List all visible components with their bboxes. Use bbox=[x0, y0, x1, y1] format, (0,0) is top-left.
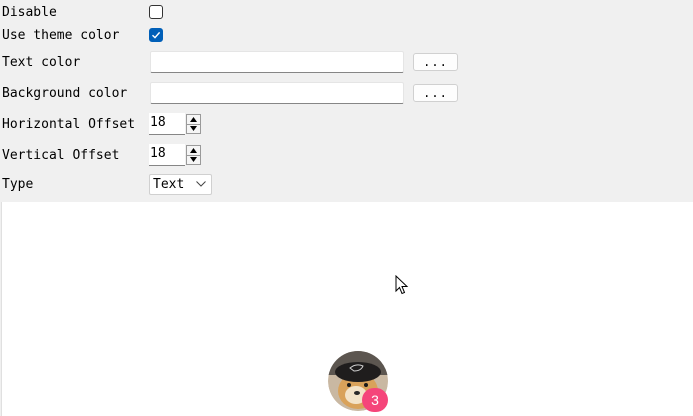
chevron-down-icon bbox=[196, 181, 206, 187]
decrement-button[interactable] bbox=[187, 124, 200, 133]
horizontal-offset-label: Horizontal Offset bbox=[2, 117, 136, 132]
horizontal-offset-value[interactable]: 18 bbox=[149, 113, 185, 135]
horizontal-offset-arrows bbox=[186, 114, 201, 134]
disable-checkbox[interactable] bbox=[149, 5, 163, 19]
text-color-label: Text color bbox=[2, 55, 81, 70]
vertical-offset-value[interactable]: 18 bbox=[149, 144, 185, 166]
arrow-down-icon bbox=[190, 126, 197, 131]
arrow-up-icon bbox=[190, 148, 197, 153]
background-color-label: Background color bbox=[2, 86, 128, 101]
vertical-offset-arrows bbox=[186, 145, 201, 165]
background-color-browse-button[interactable]: ... bbox=[413, 84, 458, 102]
vertical-offset-label: Vertical Offset bbox=[2, 148, 120, 163]
type-label: Type bbox=[2, 177, 34, 192]
check-icon bbox=[152, 31, 161, 39]
type-select[interactable]: Text bbox=[149, 174, 212, 195]
decrement-button[interactable] bbox=[187, 155, 200, 164]
use-theme-color-checkbox[interactable] bbox=[149, 28, 163, 42]
disable-label: Disable bbox=[2, 5, 57, 20]
type-selected-value: Text bbox=[153, 177, 185, 192]
background-color-input[interactable] bbox=[150, 82, 404, 104]
arrow-down-icon bbox=[190, 157, 197, 162]
arrow-up-icon bbox=[190, 117, 197, 122]
use-theme-color-label: Use theme color bbox=[2, 28, 120, 43]
count-badge: 3 bbox=[362, 388, 388, 412]
text-color-input[interactable] bbox=[150, 51, 404, 73]
horizontal-offset-stepper[interactable]: 18 bbox=[149, 113, 202, 135]
text-color-browse-button[interactable]: ... bbox=[413, 53, 458, 71]
settings-panel: Disable Use theme color Text color ... B… bbox=[0, 0, 693, 202]
vertical-offset-stepper[interactable]: 18 bbox=[149, 144, 202, 166]
mouse-cursor-icon bbox=[395, 275, 409, 295]
